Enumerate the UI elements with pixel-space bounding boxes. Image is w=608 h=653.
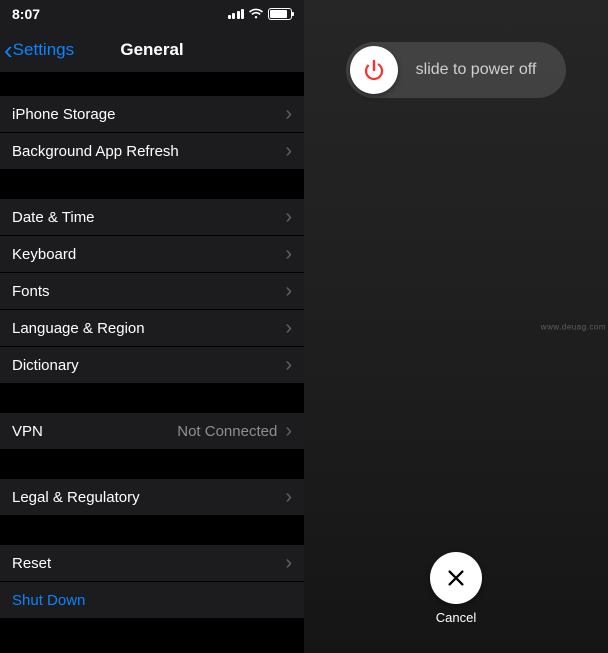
back-label: Settings [13, 40, 74, 60]
row-legal-regulatory[interactable]: Legal & Regulatory › [0, 479, 304, 515]
row-label: Legal & Regulatory [12, 489, 140, 506]
chevron-right-icon: › [285, 206, 292, 229]
slide-to-power-off-label: slide to power off [398, 61, 566, 79]
cancel-label: Cancel [430, 610, 482, 625]
row-label: Fonts [12, 283, 50, 300]
power-icon [362, 58, 386, 82]
cellular-signal-icon [228, 9, 245, 19]
row-label: Keyboard [12, 246, 76, 263]
row-label: Shut Down [12, 592, 85, 609]
row-background-app-refresh[interactable]: Background App Refresh › [0, 133, 304, 169]
chevron-right-icon: › [285, 486, 292, 509]
row-label: iPhone Storage [12, 106, 115, 123]
chevron-right-icon: › [285, 552, 292, 575]
watermark: www.deuag.com [541, 322, 606, 331]
row-keyboard[interactable]: Keyboard › [0, 236, 304, 272]
chevron-left-icon: ‹ [4, 37, 13, 63]
power-off-slider[interactable]: slide to power off [346, 42, 566, 98]
chevron-right-icon: › [285, 280, 292, 303]
row-label: Reset [12, 555, 51, 572]
row-dictionary[interactable]: Dictionary › [0, 347, 304, 383]
row-vpn[interactable]: VPN Not Connected › [0, 413, 304, 449]
status-bar: 8:07 [0, 0, 304, 28]
chevron-right-icon: › [285, 317, 292, 340]
status-indicators [228, 8, 293, 20]
cancel-group: Cancel [430, 552, 482, 625]
chevron-right-icon: › [285, 243, 292, 266]
chevron-right-icon: › [285, 420, 292, 443]
row-reset[interactable]: Reset › [0, 545, 304, 581]
row-iphone-storage[interactable]: iPhone Storage › [0, 96, 304, 132]
wifi-icon [248, 8, 264, 20]
row-label: Date & Time [12, 209, 95, 226]
chevron-right-icon: › [285, 103, 292, 126]
row-date-time[interactable]: Date & Time › [0, 199, 304, 235]
close-icon [445, 567, 467, 589]
battery-icon [268, 8, 292, 20]
row-label: Dictionary [12, 357, 79, 374]
nav-bar: ‹ Settings General [0, 28, 304, 72]
chevron-right-icon: › [285, 354, 292, 377]
row-label: VPN [12, 423, 43, 440]
chevron-right-icon: › [285, 140, 292, 163]
row-label: Background App Refresh [12, 143, 179, 160]
row-label: Language & Region [12, 320, 145, 337]
cancel-button[interactable] [430, 552, 482, 604]
row-detail: Not Connected [177, 423, 285, 440]
row-fonts[interactable]: Fonts › [0, 273, 304, 309]
back-button[interactable]: ‹ Settings [0, 37, 74, 63]
power-knob[interactable] [350, 46, 398, 94]
settings-general-screen: 8:07 ‹ Settings General iPhone Storage ›… [0, 0, 304, 653]
row-shut-down[interactable]: Shut Down [0, 582, 304, 618]
status-time: 8:07 [12, 6, 40, 22]
row-language-region[interactable]: Language & Region › [0, 310, 304, 346]
